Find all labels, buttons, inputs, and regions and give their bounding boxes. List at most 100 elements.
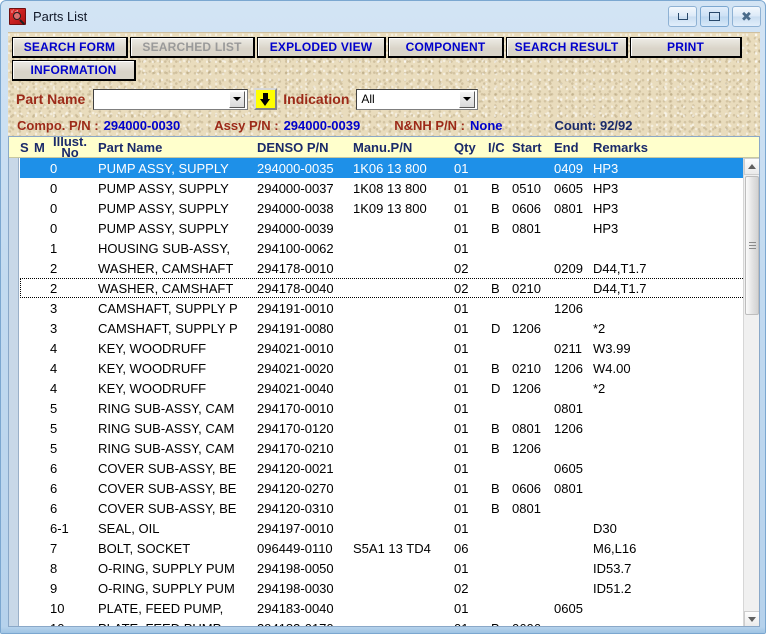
- cell-qty: 01: [454, 361, 469, 376]
- minimize-button[interactable]: [668, 6, 697, 27]
- col-header-m[interactable]: M: [34, 140, 45, 155]
- table-row[interactable]: 6 COVER SUB-ASSY, BE 294120-0270 01 B 0606 080…: [20, 478, 745, 498]
- cell-end: 0801: [554, 401, 583, 416]
- cell-start: 0801: [512, 421, 541, 436]
- table-row[interactable]: 6 COVER SUB-ASSY, BE 294120-0310 01 B 0801: [20, 498, 745, 518]
- table-row[interactable]: 4 KEY, WOODRUFF 294021-0010 01 0211 W3.99: [20, 338, 745, 358]
- indication-value[interactable]: All: [357, 92, 459, 106]
- table-row[interactable]: 2 WASHER, CAMSHAFT 294178-0010 02 0209 D44,T1…: [20, 258, 745, 278]
- cell-denso: 294120-0310: [257, 501, 334, 516]
- cell-denso: 294178-0040: [257, 281, 334, 296]
- title-bar: ﾊﾟｰﾂ Parts List ✖: [1, 1, 765, 32]
- table-row[interactable]: 4 KEY, WOODRUFF 294021-0020 01 B 0210 1206 W4.0…: [20, 358, 745, 378]
- cell-qty: 01: [454, 401, 469, 416]
- cell-illust: 3: [50, 321, 58, 336]
- info-line: Compo. P/N : 294000-0030 Assy P/N : 2940…: [17, 116, 633, 134]
- table-row[interactable]: 5 RING SUB-ASSY, CAM 294170-0210 01 B 1206: [20, 438, 745, 458]
- col-header-manu-pn[interactable]: Manu.P/N: [353, 140, 412, 155]
- table-row[interactable]: 6-1 SEAL, OIL 294197-0010 01 D30: [20, 518, 745, 538]
- cell-illust: 2: [50, 281, 58, 296]
- table-row[interactable]: 0 PUMP ASSY, SUPPLY 294000-0037 1K08 13 800…: [20, 178, 745, 198]
- table-row[interactable]: 6 COVER SUB-ASSY, BE 294120-0021 01 0605: [20, 458, 745, 478]
- table-row[interactable]: 0 PUMP ASSY, SUPPLY 294000-0038 1K09 13 800…: [20, 198, 745, 218]
- cell-illust: 6-1: [50, 521, 69, 536]
- down-arrow-button[interactable]: [254, 88, 278, 110]
- cell-name: COVER SUB-ASSY, BE: [98, 481, 237, 496]
- cell-name: PUMP ASSY, SUPPLY: [98, 161, 229, 176]
- cell-remarks: W3.99: [593, 341, 631, 356]
- table-row[interactable]: 4 KEY, WOODRUFF 294021-0040 01 D 1206 *2: [20, 378, 745, 398]
- cell-qty: 01: [454, 181, 469, 196]
- col-header-qty[interactable]: Qty: [454, 140, 476, 155]
- cell-denso: 294198-0050: [257, 561, 334, 576]
- cell-illust: 4: [50, 341, 58, 356]
- cell-remarks: HP3: [593, 201, 619, 216]
- col-header-denso-pn[interactable]: DENSO P/N: [257, 140, 329, 155]
- cell-illust: 0: [50, 181, 58, 196]
- scroll-thumb-grip: [749, 241, 756, 250]
- table-row[interactable]: 3 CAMSHAFT, SUPPLY P 294191-0010 01 1206: [20, 298, 745, 318]
- cell-name: PLATE, FEED PUMP,: [98, 601, 224, 616]
- chevron-down-icon[interactable]: [229, 90, 246, 108]
- parts-list-window: ﾊﾟｰﾂ Parts List ✖ SEARCH FORM SEARCHED LI…: [0, 0, 766, 634]
- scroll-thumb[interactable]: [745, 176, 759, 315]
- tab-exploded-view[interactable]: EXPLODED VIEW: [257, 37, 386, 58]
- chevron-down-icon[interactable]: [459, 90, 476, 108]
- col-header-ic[interactable]: I/C: [488, 140, 505, 155]
- cell-name: WASHER, CAMSHAFT: [98, 281, 234, 296]
- table-row[interactable]: 3 CAMSHAFT, SUPPLY P 294191-0080 01 D 1206 *2: [20, 318, 745, 338]
- cell-name: SEAL, OIL: [98, 521, 160, 536]
- nnh-pn-value: None: [469, 117, 503, 133]
- cell-name: PUMP ASSY, SUPPLY: [98, 201, 229, 216]
- cell-start: 0210: [512, 281, 541, 296]
- col-header-end[interactable]: End: [554, 140, 579, 155]
- tab-search-result[interactable]: SEARCH RESULT: [506, 37, 628, 58]
- grid-body: 0 PUMP ASSY, SUPPLY 294000-0035 1K06 13 800…: [20, 158, 745, 626]
- table-row[interactable]: 9 O-RING, SUPPLY PUM 294198-0030 02 ID51.2: [20, 578, 745, 598]
- cell-illust: 1: [50, 241, 58, 256]
- table-row[interactable]: 7 BOLT, SOCKET 096449-0110 S5A1 13 TD4 06 M6,…: [20, 538, 745, 558]
- col-header-illust-no[interactable]: Illust. No: [50, 137, 90, 159]
- col-header-remarks[interactable]: Remarks: [593, 140, 648, 155]
- cell-name: PUMP ASSY, SUPPLY: [98, 221, 229, 236]
- col-header-start[interactable]: Start: [512, 140, 542, 155]
- vertical-scrollbar[interactable]: [743, 158, 759, 626]
- cell-end: 0801: [554, 201, 583, 216]
- table-row[interactable]: 10PLATE, FEED PUMP,294183-017001B0606: [20, 618, 745, 626]
- cell-ic: B: [491, 361, 500, 376]
- restore-button[interactable]: [700, 6, 729, 27]
- table-row[interactable]: 5 RING SUB-ASSY, CAM 294170-0120 01 B 0801 120…: [20, 418, 745, 438]
- close-button[interactable]: ✖: [732, 6, 761, 27]
- table-row[interactable]: 10 PLATE, FEED PUMP, 294183-0040 01 0605: [20, 598, 745, 618]
- indication-combo[interactable]: All: [356, 88, 479, 110]
- table-row[interactable]: 0 PUMP ASSY, SUPPLY 294000-0035 1K06 13 800…: [20, 158, 745, 178]
- table-row[interactable]: 8 O-RING, SUPPLY PUM 294198-0050 01 ID53.7: [20, 558, 745, 578]
- cell-remarks: D30: [593, 521, 617, 536]
- scroll-up-button[interactable]: [744, 158, 759, 175]
- tab-information[interactable]: INFORMATION: [12, 60, 136, 81]
- cell-qty: 02: [454, 581, 469, 596]
- app-magnifier-parts-icon: ﾊﾟｰﾂ: [9, 8, 26, 25]
- cell-ic: B: [491, 181, 500, 196]
- col-header-part-name[interactable]: Part Name: [98, 140, 162, 155]
- cell-name: COVER SUB-ASSY, BE: [98, 461, 237, 476]
- cell-name: RING SUB-ASSY, CAM: [98, 441, 235, 456]
- part-name-combo[interactable]: [93, 88, 249, 110]
- table-row[interactable]: 0 PUMP ASSY, SUPPLY 294000-0039 01 B 0801 HP3: [20, 218, 745, 238]
- tab-search-form[interactable]: SEARCH FORM: [12, 37, 128, 58]
- cell-denso: 294191-0080: [257, 321, 334, 336]
- cell-illust: 5: [50, 421, 58, 436]
- filter-row: Part Name Indication All: [16, 86, 479, 112]
- scroll-down-button[interactable]: [744, 611, 759, 626]
- assy-pn-label: Assy P/N :: [214, 117, 279, 133]
- tab-print[interactable]: PRINT: [630, 37, 742, 58]
- table-row[interactable]: 1 HOUSING SUB-ASSY, 294100-0062 01: [20, 238, 745, 258]
- tab-component[interactable]: COMPONENT: [388, 37, 504, 58]
- cell-illust: 6: [50, 461, 58, 476]
- cell-start: 0801: [512, 221, 541, 236]
- cell-illust: 8: [50, 561, 58, 576]
- col-header-s[interactable]: S: [20, 140, 29, 155]
- cell-remarks: D44,T1.7: [593, 261, 647, 276]
- table-row[interactable]: 5 RING SUB-ASSY, CAM 294170-0010 01 0801: [20, 398, 745, 418]
- table-row[interactable]: 2 WASHER, CAMSHAFT 294178-0040 02 B 0210 D44,T…: [20, 278, 745, 298]
